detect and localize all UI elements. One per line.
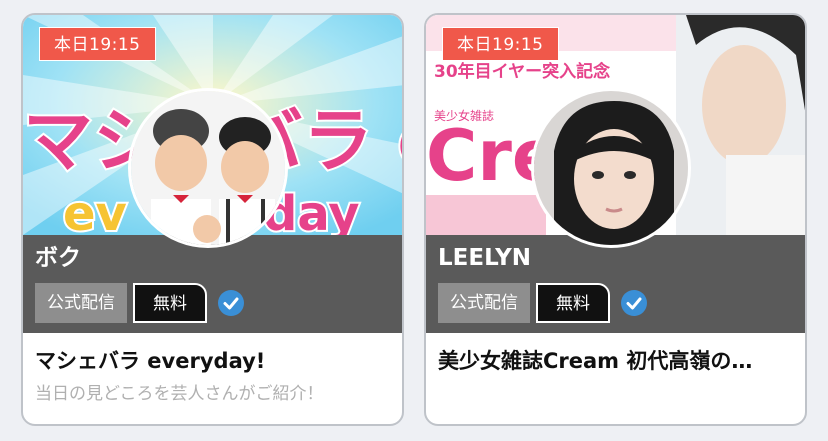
tag-row: 公式配信 無料 xyxy=(35,283,245,323)
free-tag: 無料 xyxy=(536,283,610,323)
tag-row: 公式配信 無料 xyxy=(438,283,648,323)
performer-avatar[interactable] xyxy=(531,88,691,248)
official-broadcast-tag: 公式配信 xyxy=(35,283,127,323)
performer-avatar[interactable] xyxy=(128,88,288,248)
free-tag: 無料 xyxy=(133,283,207,323)
info-band: ボク 公式配信 無料 xyxy=(23,235,402,333)
official-broadcast-tag: 公式配信 xyxy=(438,283,530,323)
info-band: LEELYN 公式配信 無料 xyxy=(426,235,805,333)
program-title[interactable]: 美少女雑誌Cream 初代高嶺の… xyxy=(438,345,793,377)
performer-name[interactable]: LEELYN xyxy=(438,241,531,275)
verified-check-icon xyxy=(218,290,244,316)
program-title[interactable]: マシェバラ everyday! xyxy=(35,345,390,377)
program-card[interactable]: 30年目イヤー突入記念 美少女雑誌 Crea 本日19:15 LEELYN 公式… xyxy=(424,13,807,426)
time-badge: 本日19:15 xyxy=(442,27,559,61)
verified-check-icon xyxy=(621,290,647,316)
program-description: 当日の見どころを芸人さんがご紹介！ xyxy=(35,384,324,404)
time-badge: 本日19:15 xyxy=(39,27,156,61)
program-card[interactable]: マシェバラ everyday day ev 本日19:15 ボク 公式配信 無料 xyxy=(21,13,404,426)
svg-text:ev: ev xyxy=(63,186,127,235)
avatar-image xyxy=(534,91,688,245)
svg-text:30年目イヤー突入記念: 30年目イヤー突入記念 xyxy=(434,61,610,82)
performer-name[interactable]: ボク xyxy=(35,241,81,275)
avatar-image xyxy=(131,91,285,245)
